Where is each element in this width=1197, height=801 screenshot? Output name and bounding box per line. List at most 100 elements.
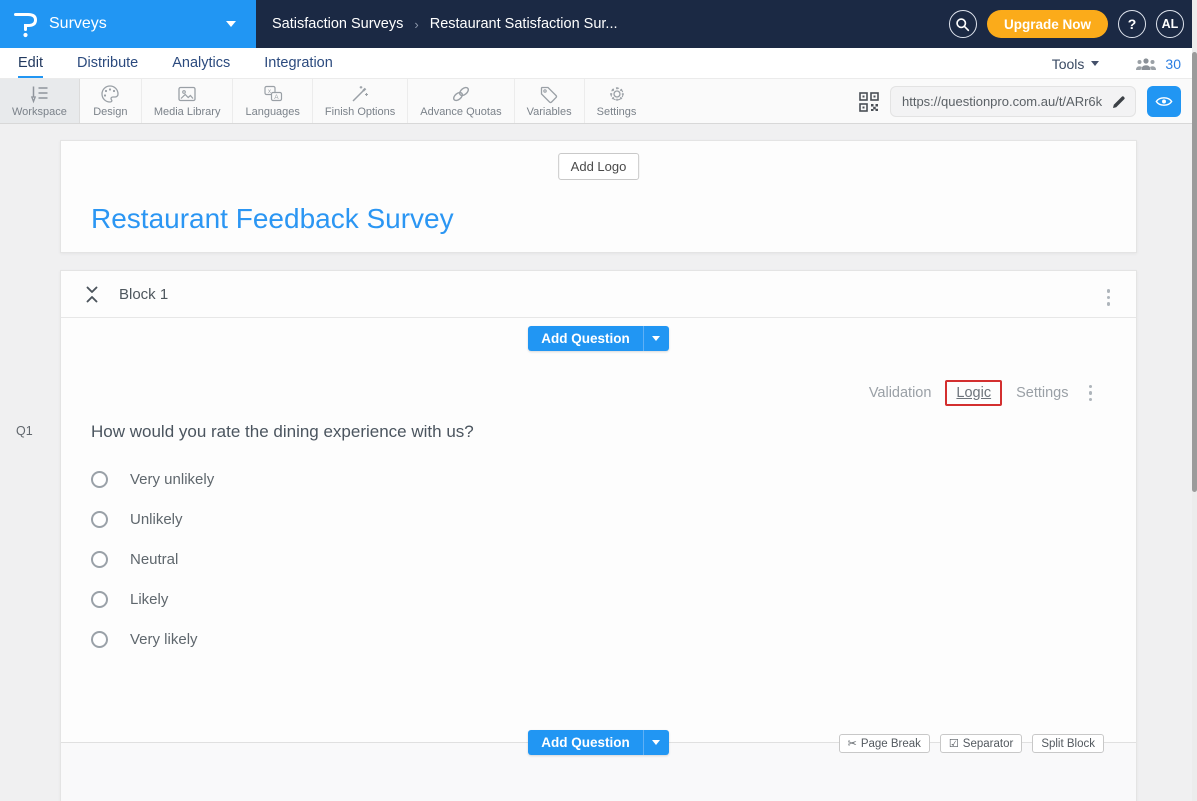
main-nav: Edit Distribute Analytics Integration — [0, 48, 1197, 79]
toolbar-item-variables[interactable]: Variables — [515, 79, 585, 123]
option-label: Likely — [130, 591, 168, 608]
option-label: Very likely — [130, 631, 198, 648]
radio-icon — [91, 471, 108, 488]
block-footer-buttons: ✂ Page Break ☑ Separator Split Block — [839, 734, 1104, 753]
checkbox-icon: ☑ — [949, 737, 959, 750]
option-row[interactable]: Unlikely — [91, 499, 214, 539]
scrollbar-thumb[interactable] — [1192, 52, 1197, 492]
chevron-down-icon — [652, 336, 660, 341]
avatar[interactable]: AL — [1156, 10, 1184, 38]
toolbar-item-label: Advance Quotas — [420, 106, 501, 118]
split-block-label: Split Block — [1041, 738, 1095, 750]
separator-button[interactable]: ☑ Separator — [940, 734, 1022, 753]
option-label: Unlikely — [130, 511, 183, 528]
qr-code-button[interactable] — [859, 92, 879, 112]
help-button[interactable]: ? — [1118, 10, 1146, 38]
option-row[interactable]: Neutral — [91, 539, 214, 579]
question-tab-settings[interactable]: Settings — [1016, 385, 1068, 401]
question-text[interactable]: How would you rate the dining experience… — [91, 422, 474, 442]
tab-integration[interactable]: Integration — [264, 48, 333, 78]
tab-edit[interactable]: Edit — [18, 48, 43, 78]
survey-canvas: Add Logo Restaurant Feedback Survey Q1 B… — [0, 124, 1197, 801]
scrollbar-track — [1192, 0, 1197, 801]
search-button[interactable] — [949, 10, 977, 38]
survey-title[interactable]: Restaurant Feedback Survey — [91, 203, 454, 235]
toolbar-item-finish-options[interactable]: Finish Options — [313, 79, 408, 123]
add-question-dropdown-button[interactable] — [643, 326, 669, 351]
palette-icon — [99, 84, 121, 104]
collapse-icon — [85, 286, 99, 303]
question-menu-button[interactable] — [1085, 381, 1097, 406]
chain-icon — [450, 84, 472, 104]
add-logo-button[interactable]: Add Logo — [558, 153, 640, 180]
topbar-actions: Upgrade Now ? AL — [949, 0, 1184, 48]
toolbar-item-workspace[interactable]: Workspace — [0, 79, 80, 123]
toolbar-item-languages[interactable]: x A Languages — [233, 79, 312, 123]
breadcrumb-survey[interactable]: Restaurant Satisfaction Sur... — [430, 16, 618, 32]
survey-url: https://questionpro.com.au/t/ARr6k — [902, 94, 1107, 109]
chevron-down-icon — [226, 21, 236, 27]
toolbar-item-advance-quotas[interactable]: Advance Quotas — [408, 79, 514, 123]
chevron-down-icon — [1091, 61, 1099, 66]
page-break-button[interactable]: ✂ Page Break — [839, 734, 930, 753]
questionpro-logo-icon — [14, 10, 38, 38]
add-question-button[interactable]: Add Question — [528, 730, 643, 755]
radio-icon — [91, 551, 108, 568]
people-icon — [1135, 57, 1157, 71]
add-question-split-button: Add Question — [528, 326, 669, 351]
question-tab-validation[interactable]: Validation — [869, 385, 932, 401]
toolbar-item-label: Settings — [597, 106, 637, 118]
option-row[interactable]: Very likely — [91, 619, 214, 659]
add-question-dropdown-button[interactable] — [643, 730, 669, 755]
collaborators-button[interactable]: 30 — [1135, 56, 1181, 72]
toolbar-item-media-library[interactable]: Media Library — [142, 79, 234, 123]
svg-text:x: x — [268, 89, 271, 95]
breadcrumb-folder[interactable]: Satisfaction Surveys — [272, 16, 403, 32]
toolbar-item-design[interactable]: Design — [80, 79, 142, 123]
search-icon — [955, 17, 970, 32]
tools-menu[interactable]: Tools — [1052, 56, 1100, 72]
app-name: Surveys — [49, 15, 226, 33]
answer-options: Very unlikely Unlikely Neutral Likely — [91, 459, 214, 659]
radio-icon — [91, 591, 108, 608]
toolbar-item-settings[interactable]: Settings — [585, 79, 649, 123]
logic-highlight-box: Logic — [945, 380, 1002, 406]
block-header: Block 1 — [61, 271, 1136, 318]
product-switcher[interactable]: Surveys — [0, 0, 256, 48]
tab-analytics[interactable]: Analytics — [172, 48, 230, 78]
toolbar-item-label: Finish Options — [325, 106, 395, 118]
option-label: Neutral — [130, 551, 178, 568]
split-block-button[interactable]: Split Block — [1032, 734, 1104, 753]
edit-url-button[interactable] — [1111, 94, 1127, 110]
wand-icon — [349, 84, 371, 104]
toolbar-item-label: Workspace — [12, 106, 67, 118]
add-question-split-button: Add Question — [528, 730, 669, 755]
toolbar-right: https://questionpro.com.au/t/ARr6k — [859, 79, 1181, 124]
collapse-block-button[interactable] — [85, 286, 99, 303]
nav-right: Tools 30 — [1052, 48, 1181, 79]
svg-text:A: A — [274, 94, 279, 101]
pencil-icon — [1111, 94, 1127, 110]
option-row[interactable]: Very unlikely — [91, 459, 214, 499]
block-title[interactable]: Block 1 — [119, 286, 168, 303]
block-menu-button[interactable] — [1103, 285, 1115, 310]
tab-distribute[interactable]: Distribute — [77, 48, 138, 78]
option-row[interactable]: Likely — [91, 579, 214, 619]
block-card: Block 1 Add Question Validation Logic Se… — [60, 270, 1137, 801]
tag-icon — [538, 84, 560, 104]
separator-label: Separator — [963, 738, 1014, 750]
add-question-button[interactable]: Add Question — [528, 326, 643, 351]
preview-button[interactable] — [1147, 86, 1181, 117]
survey-header-card: Add Logo Restaurant Feedback Survey — [60, 140, 1137, 253]
translate-icon: x A — [262, 84, 284, 104]
upgrade-now-button[interactable]: Upgrade Now — [987, 10, 1108, 38]
tools-label: Tools — [1052, 56, 1085, 72]
radio-icon — [91, 511, 108, 528]
question-tab-logic[interactable]: Logic — [956, 385, 991, 401]
qr-code-icon — [859, 92, 879, 112]
question-number: Q1 — [16, 424, 33, 438]
survey-url-field[interactable]: https://questionpro.com.au/t/ARr6k — [890, 86, 1136, 117]
scissors-icon: ✂ — [848, 737, 857, 750]
breadcrumb-separator: › — [414, 17, 418, 32]
gear-icon — [606, 84, 628, 104]
